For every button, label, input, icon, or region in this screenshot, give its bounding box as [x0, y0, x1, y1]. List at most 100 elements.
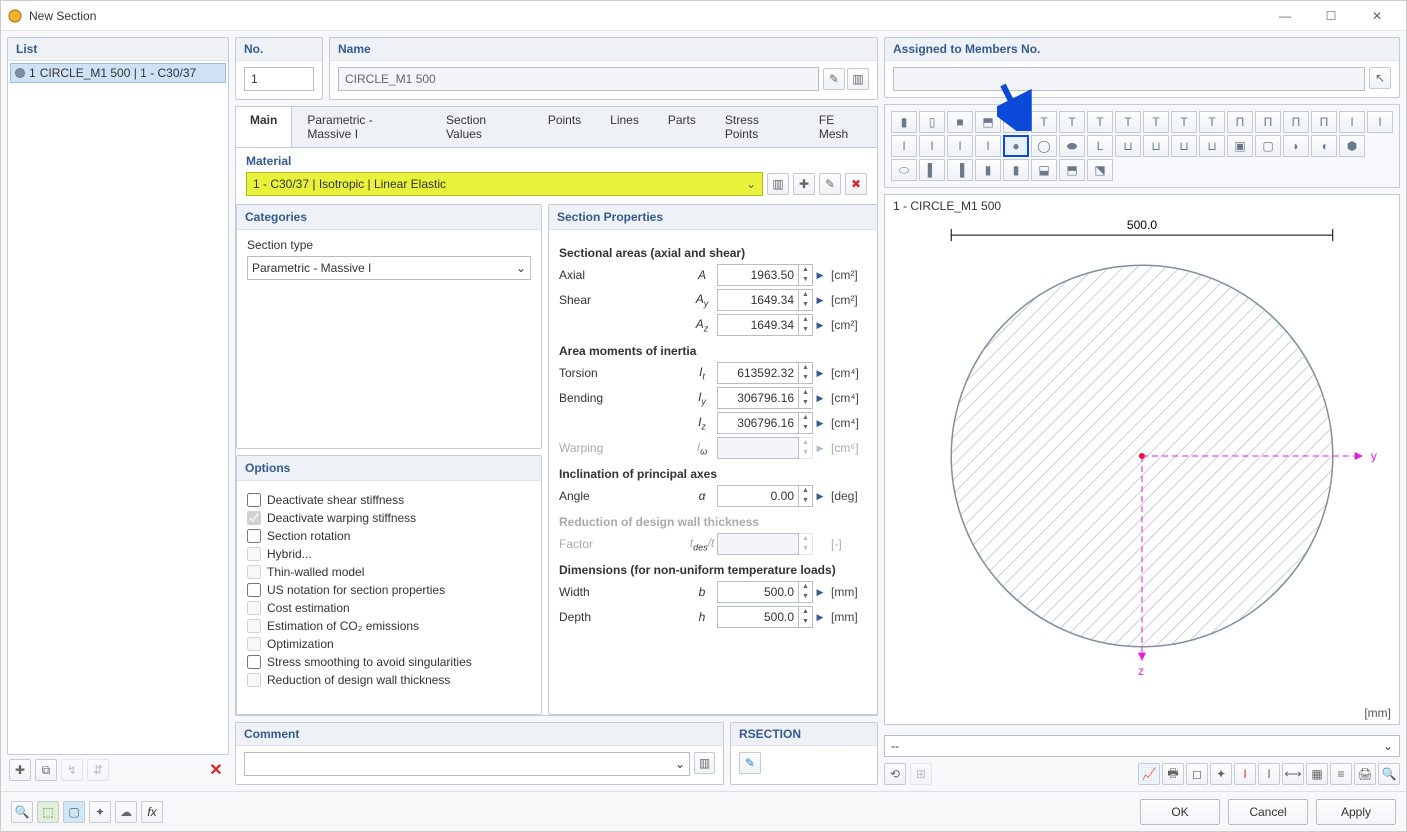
axial-input[interactable]	[717, 264, 799, 286]
material-library-button[interactable]: ▥	[767, 173, 789, 195]
spinner[interactable]: ▲▼	[799, 314, 813, 336]
spinner[interactable]: ▲▼	[799, 264, 813, 286]
goto-icon[interactable]: ▶	[813, 295, 827, 306]
list-item[interactable]: 1 CIRCLE_M1 500 | 1 - C30/37	[10, 63, 226, 83]
tab-parametric[interactable]: Parametric - Massive I	[292, 107, 431, 147]
material-edit-button[interactable]: ✎	[819, 173, 841, 195]
goto-icon[interactable]: ▶	[813, 612, 827, 623]
shape-i4-icon[interactable]: I	[919, 135, 945, 157]
pv-tool-1[interactable]: ⟲	[884, 763, 906, 785]
pv-grid-icon[interactable]: ▦	[1306, 763, 1328, 785]
close-button[interactable]: ✕	[1354, 1, 1400, 31]
name-library-button[interactable]: ▥	[847, 68, 869, 90]
chk-deactivate-shear[interactable]	[247, 493, 261, 507]
shape-i2-icon[interactable]: I	[1367, 111, 1393, 133]
shape-i1-icon[interactable]: I	[1339, 111, 1365, 133]
shape-circle-icon[interactable]: ●	[1003, 135, 1029, 157]
goto-icon[interactable]: ▶	[813, 320, 827, 331]
goto-icon[interactable]: ▶	[813, 368, 827, 379]
shape-t5-icon[interactable]: T	[1115, 111, 1141, 133]
section-type-dropdown[interactable]: Parametric - Massive I ⌄	[247, 256, 531, 280]
name-edit-button[interactable]: ✎	[823, 68, 845, 90]
pv-search-icon[interactable]: 🔍	[1378, 763, 1400, 785]
spinner[interactable]: ▲▼	[799, 387, 813, 409]
spinner[interactable]: ▲▼	[799, 581, 813, 603]
goto-icon[interactable]: ▶	[813, 270, 827, 281]
pv-ruler-icon[interactable]: ⟷	[1282, 763, 1304, 785]
spinner[interactable]: ▲▼	[799, 412, 813, 434]
goto-icon[interactable]: ▶	[813, 418, 827, 429]
tab-stress-points[interactable]: Stress Points	[710, 107, 804, 147]
shape-u3-icon[interactable]: ⊔	[1171, 135, 1197, 157]
tab-points[interactable]: Points	[533, 107, 595, 147]
shape-t4-icon[interactable]: T	[1087, 111, 1113, 133]
shape-u2-icon[interactable]: ⊔	[1143, 135, 1169, 157]
footer-tool-1-icon[interactable]: 🔍	[11, 801, 33, 823]
footer-tool-5-icon[interactable]: ☁	[115, 801, 137, 823]
spinner[interactable]: ▲▼	[799, 485, 813, 507]
material-dropdown[interactable]: 1 - C30/37 | Isotropic | Linear Elastic …	[246, 172, 763, 196]
shape-pi2-icon[interactable]: Π	[1255, 111, 1281, 133]
no-input[interactable]	[244, 67, 314, 91]
assigned-input[interactable]	[893, 67, 1365, 91]
material-new-button[interactable]: ✚	[793, 173, 815, 195]
shape-bar2-icon[interactable]: ▐	[947, 159, 973, 181]
shape-bar1-icon[interactable]: ▌	[919, 159, 945, 181]
width-input[interactable]	[717, 581, 799, 603]
goto-icon[interactable]: ▶	[813, 491, 827, 502]
footer-tool-4-icon[interactable]: ✦	[89, 801, 111, 823]
shape-t6-icon[interactable]: T	[1143, 111, 1169, 133]
apply-button[interactable]: Apply	[1316, 799, 1396, 825]
bending-y-input[interactable]	[717, 387, 799, 409]
shape-t8-icon[interactable]: T	[1199, 111, 1225, 133]
shape-box2-icon[interactable]: ▢	[1255, 135, 1281, 157]
pv-print-icon[interactable]: 🖶	[1162, 763, 1184, 785]
shape-i5-icon[interactable]: I	[947, 135, 973, 157]
shape-i6-icon[interactable]: I	[975, 135, 1001, 157]
shape-pi3-icon[interactable]: Π	[1283, 111, 1309, 133]
shape-pi4-icon[interactable]: Π	[1311, 111, 1337, 133]
torsion-input[interactable]	[717, 362, 799, 384]
angle-input[interactable]	[717, 485, 799, 507]
shape-hollow-rect-icon[interactable]: ▯	[919, 111, 945, 133]
tab-section-values[interactable]: Section Values	[431, 107, 533, 147]
bending-z-input[interactable]	[717, 412, 799, 434]
pv-fit-icon[interactable]: ◻	[1186, 763, 1208, 785]
pv-dim2-icon[interactable]: I	[1258, 763, 1280, 785]
shape-pi1-icon[interactable]: Π	[1227, 111, 1253, 133]
spinner[interactable]: ▲▼	[799, 606, 813, 628]
chk-us-notation[interactable]	[247, 583, 261, 597]
cancel-button[interactable]: Cancel	[1228, 799, 1308, 825]
pv-tool-2[interactable]: ⊞	[910, 763, 932, 785]
shape-ellipse-icon[interactable]: ⬬	[1059, 135, 1085, 157]
maximize-button[interactable]: ☐	[1308, 1, 1354, 31]
ok-button[interactable]: OK	[1140, 799, 1220, 825]
assigned-pick-button[interactable]: ↖	[1369, 67, 1391, 89]
shape-box1-icon[interactable]: ▣	[1227, 135, 1253, 157]
shear-z-input[interactable]	[717, 314, 799, 336]
delete-item-button[interactable]: ✕	[205, 759, 227, 781]
chk-stress-smoothing[interactable]	[247, 655, 261, 669]
preview-combo[interactable]: -- ⌄	[884, 735, 1400, 757]
tab-lines[interactable]: Lines	[595, 107, 653, 147]
tab-main[interactable]: Main	[236, 107, 292, 147]
shape-semi2-icon[interactable]: ◖	[1311, 135, 1337, 157]
material-delete-button[interactable]: ✖	[845, 173, 867, 195]
name-input[interactable]	[338, 67, 819, 91]
spinner[interactable]: ▲▼	[799, 289, 813, 311]
shape-oval-icon[interactable]: ⬭	[891, 159, 917, 181]
shape-u1-icon[interactable]: ⊔	[1115, 135, 1141, 157]
shape-hex-icon[interactable]: ⬢	[1339, 135, 1365, 157]
shape-l1-icon[interactable]: L	[1087, 135, 1113, 157]
shape-semi1-icon[interactable]: ◗	[1283, 135, 1309, 157]
shape-t7-icon[interactable]: T	[1171, 111, 1197, 133]
tool-button-2[interactable]: ⇵	[87, 759, 109, 781]
chk-section-rotation[interactable]	[247, 529, 261, 543]
pv-chart-icon[interactable]: 📈	[1138, 763, 1160, 785]
shape-misc2-icon[interactable]: ⬒	[1059, 159, 1085, 181]
shape-i3-icon[interactable]: I	[891, 135, 917, 157]
pv-dim-icon[interactable]: I	[1234, 763, 1256, 785]
shape-bar4-icon[interactable]: ▮	[1003, 159, 1029, 181]
comment-dropdown[interactable]: ⌄	[244, 752, 690, 776]
footer-tool-6-icon[interactable]: fx	[141, 801, 163, 823]
